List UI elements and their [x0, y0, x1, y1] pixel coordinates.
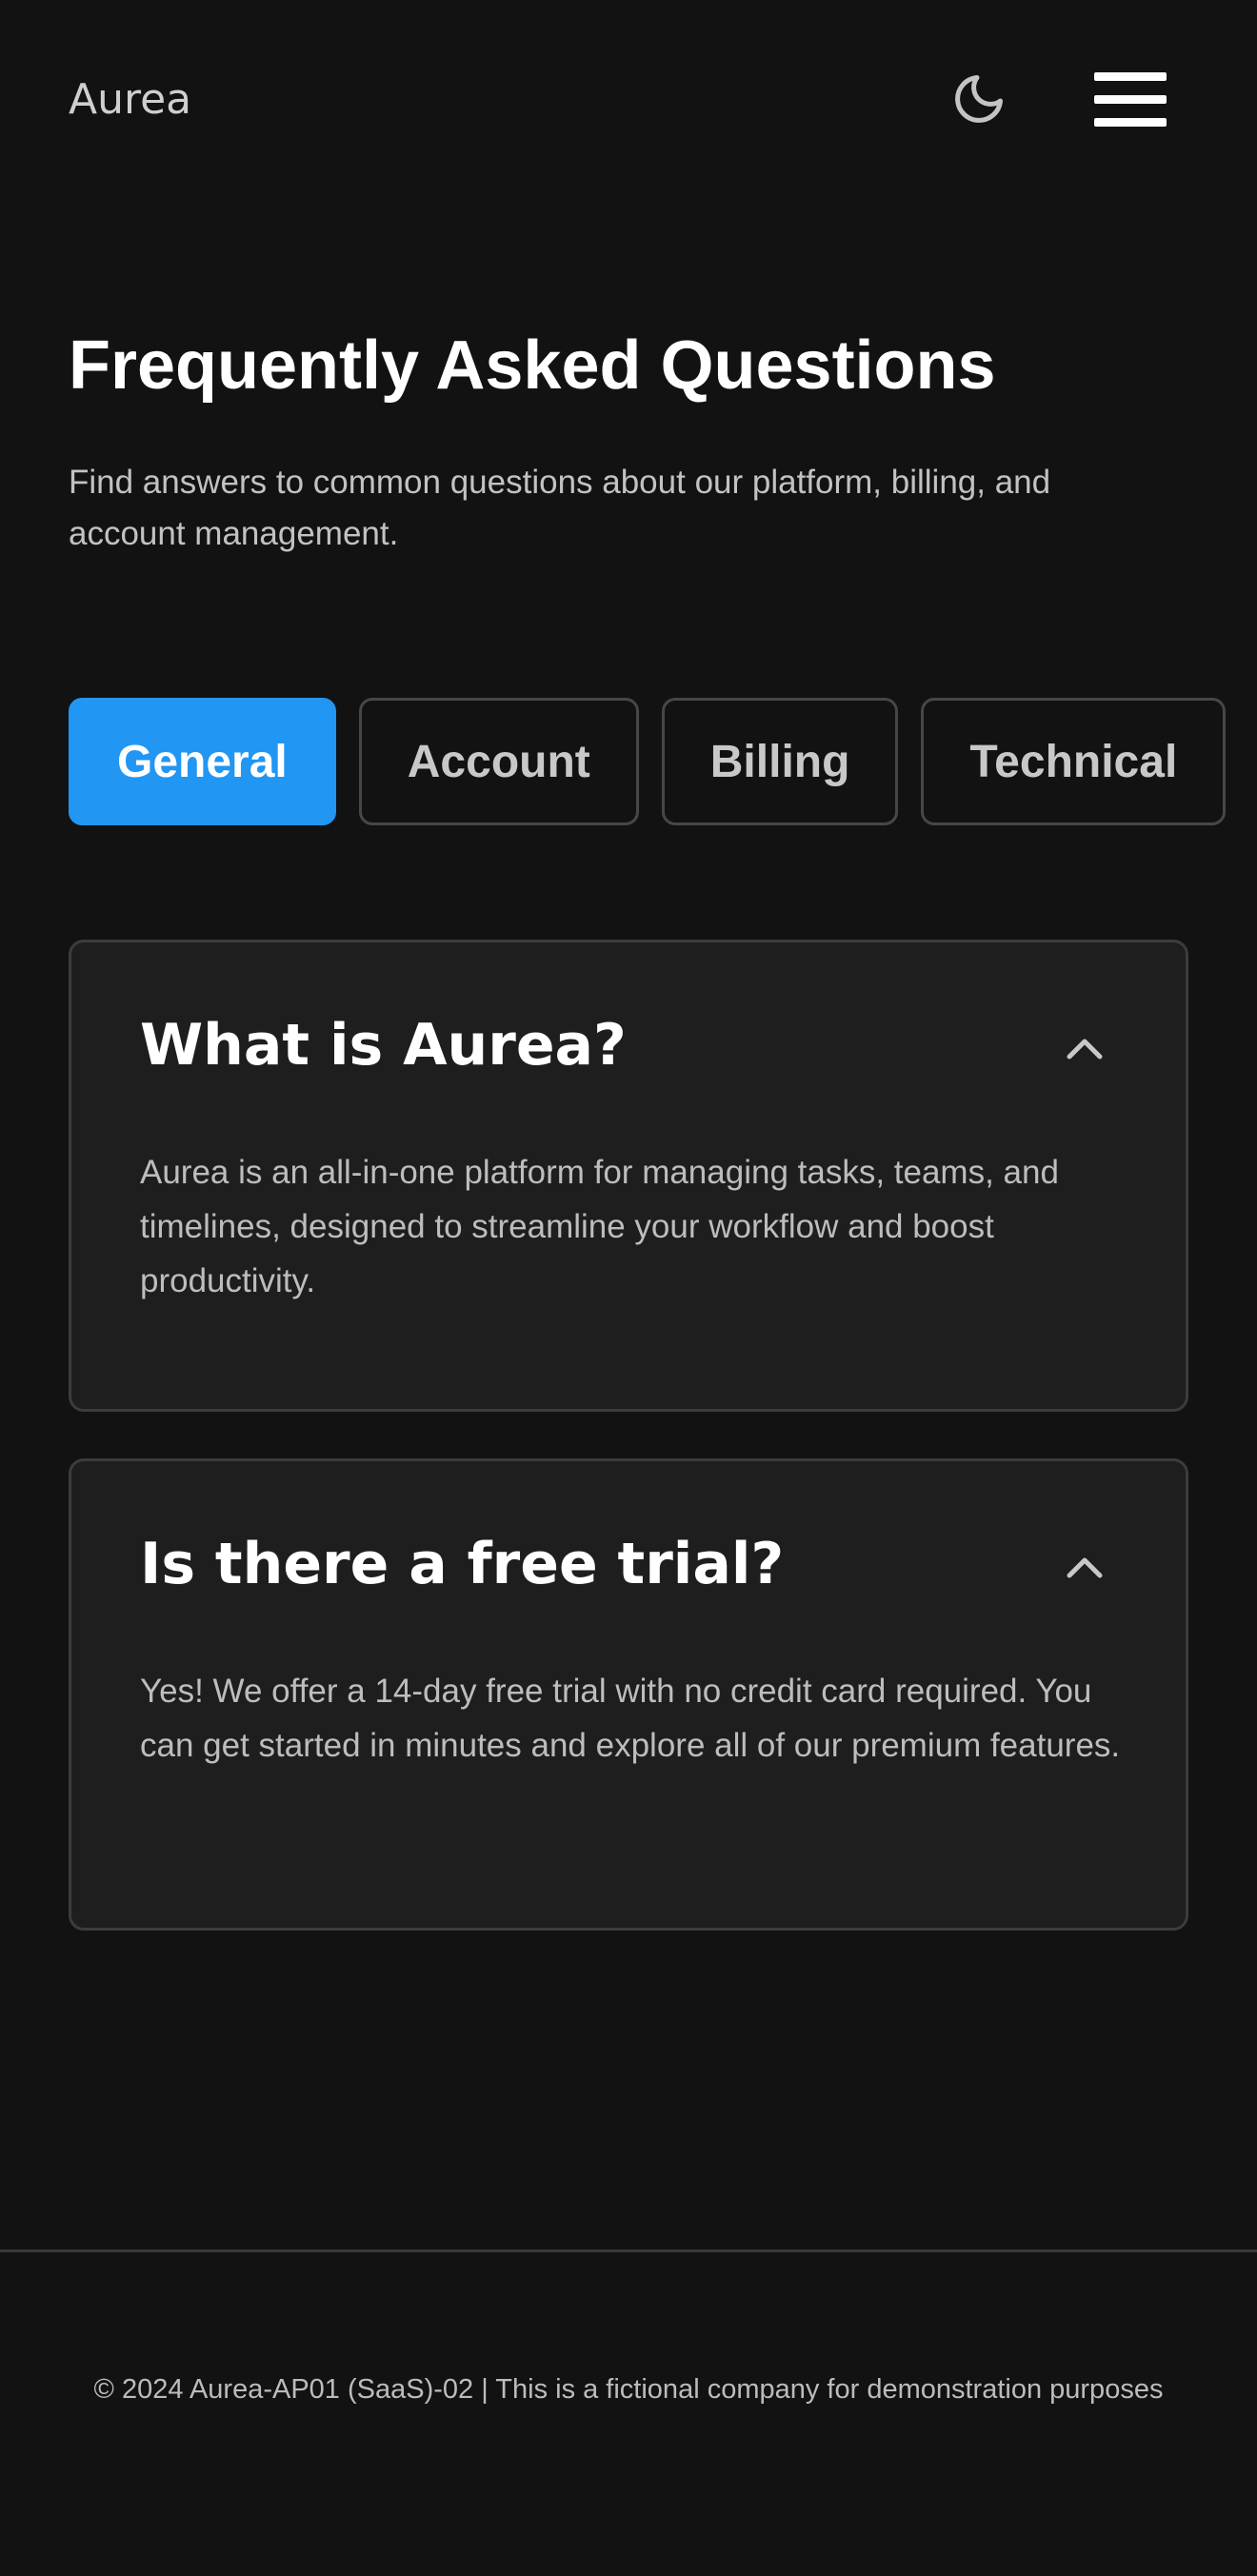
- logo[interactable]: Aurea: [69, 74, 191, 126]
- tab-technical[interactable]: Technical: [921, 698, 1227, 825]
- chevron-up-icon: [1067, 1039, 1103, 1060]
- faq-item: What is Aurea? Aurea is an all-in-one pl…: [69, 940, 1188, 1412]
- tab-billing[interactable]: Billing: [661, 698, 899, 825]
- moon-icon: [955, 75, 1003, 123]
- faq-answer: Yes! We offer a 14-day free trial with n…: [140, 1673, 1121, 1764]
- faq-question[interactable]: Is there a free trial?: [140, 1528, 784, 1600]
- footer-copyright: © 2024 Aurea-AP01 (SaaS)-02 | This is a …: [93, 2374, 1164, 2405]
- page-subtitle: Find answers to common questions about o…: [69, 464, 1051, 552]
- faq-answer: Aurea is an all-in-one platform for mana…: [140, 1154, 1059, 1299]
- tab-account[interactable]: Account: [358, 698, 639, 825]
- faq-item: Is there a free trial? Yes! We offer a 1…: [69, 1458, 1188, 1931]
- site-header: Aurea: [0, 0, 1257, 200]
- footer-divider: [0, 2249, 1257, 2252]
- collapse-toggle[interactable]: [1062, 1032, 1107, 1064]
- faq-question[interactable]: What is Aurea?: [140, 1009, 627, 1081]
- collapse-toggle[interactable]: [1062, 1551, 1107, 1583]
- hamburger-menu-icon: [1094, 71, 1167, 81]
- faq-category-tabs: General Account Billing Technical: [69, 698, 1227, 825]
- theme-toggle-button[interactable]: [945, 65, 1013, 133]
- hamburger-menu-button[interactable]: [1087, 61, 1173, 137]
- tab-general[interactable]: General: [69, 698, 336, 825]
- chevron-up-icon: [1067, 1557, 1103, 1578]
- page-title: Frequently Asked Questions: [69, 327, 996, 404]
